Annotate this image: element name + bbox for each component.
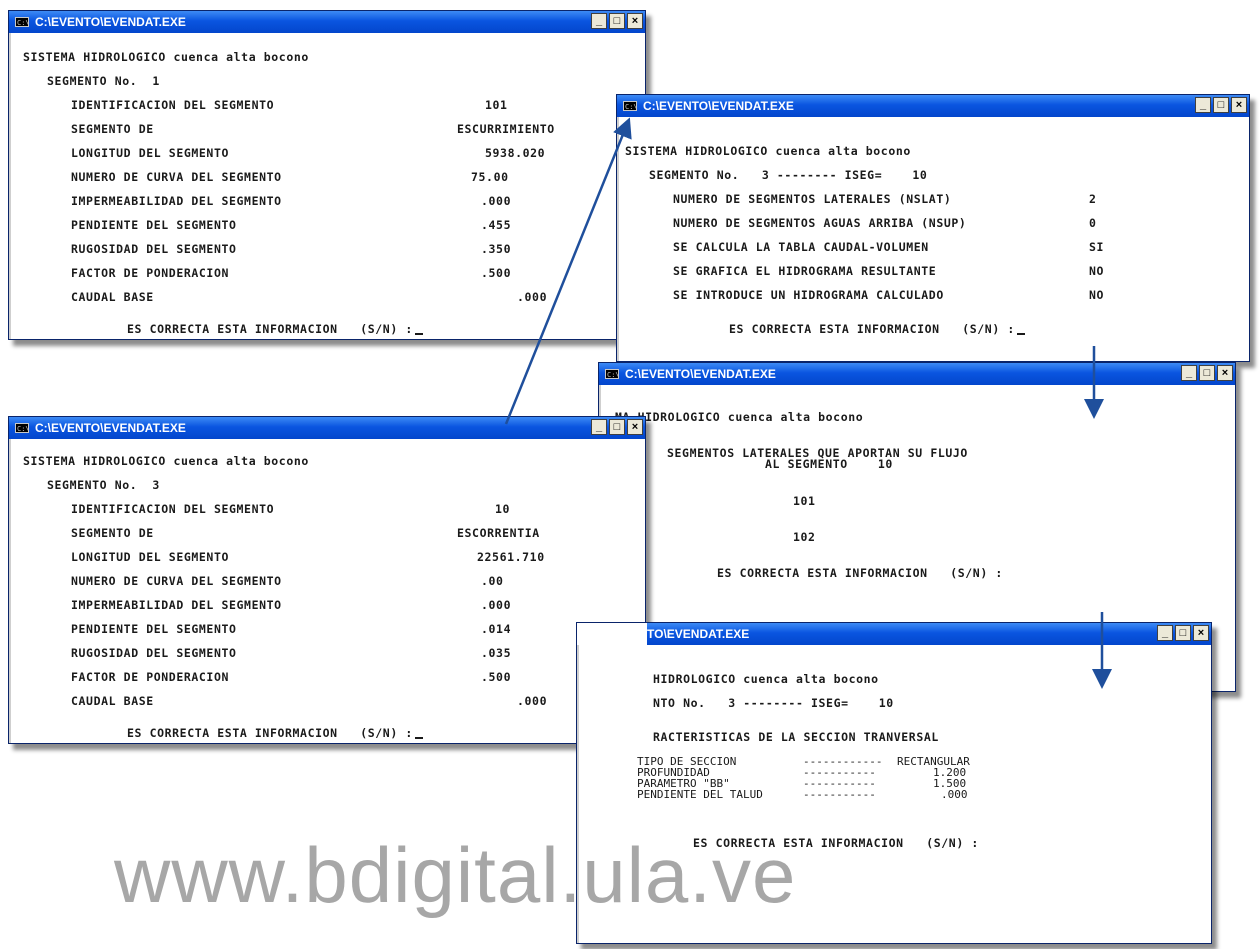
arrow-to-segment-3-summary — [504, 117, 632, 425]
flow-arrows — [504, 117, 1112, 689]
watermark: www.bdigital.ula.ve — [114, 831, 797, 919]
